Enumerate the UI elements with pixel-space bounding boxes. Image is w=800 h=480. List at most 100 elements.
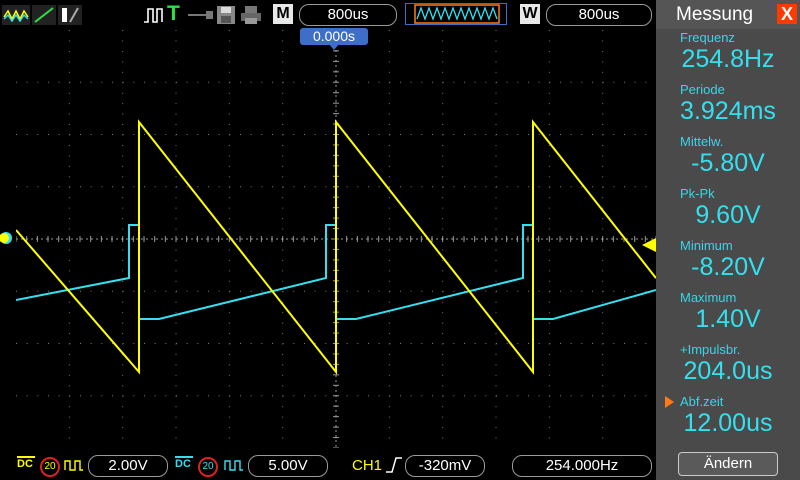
ch1-scale-value[interactable]: 2.00V <box>88 455 168 477</box>
grid-dot <box>388 437 390 439</box>
channel-wave-icon[interactable] <box>2 5 30 25</box>
grid-dot <box>602 186 604 188</box>
m-timebase-value[interactable]: 800us <box>299 4 397 26</box>
grid-dot <box>346 81 348 83</box>
grid-dot <box>282 343 284 344</box>
grid-dot <box>228 113 230 115</box>
grid-dot <box>602 176 604 178</box>
grid-dot <box>314 290 316 292</box>
grid-dot <box>68 113 70 115</box>
grid-dot <box>388 427 390 429</box>
grid-dot <box>68 416 70 418</box>
grid-dot <box>495 437 497 439</box>
grid-dot <box>506 395 508 397</box>
measurement-maximum[interactable]: Maximum 1.40V <box>656 289 800 341</box>
math-wave-icon[interactable] <box>32 5 56 25</box>
grid-dot <box>175 30 177 31</box>
measurement-period[interactable]: Periode 3.924ms <box>656 81 800 133</box>
ch1-ground-marker[interactable] <box>0 231 14 245</box>
ch2-scale-value[interactable]: 5.00V <box>248 455 328 477</box>
grid-dot <box>624 134 625 135</box>
measurement-frequency[interactable]: Frequenz 254.8Hz <box>656 29 800 81</box>
grid-dot <box>69 186 71 188</box>
trigger-rising-edge-icon[interactable] <box>385 456 403 474</box>
grid-dot <box>442 364 444 366</box>
grid-dot <box>80 81 81 83</box>
change-button[interactable]: Ändern <box>678 452 778 476</box>
w-timebase-button[interactable]: W <box>520 4 540 24</box>
run-stop-icon[interactable] <box>143 6 165 24</box>
ch2-invert-icon[interactable] <box>224 459 244 471</box>
grid-dot <box>68 322 70 324</box>
grid-dot <box>197 395 199 397</box>
grid-dot <box>548 165 550 167</box>
trigger-level-marker[interactable] <box>642 238 656 252</box>
grid-dot <box>517 186 519 188</box>
waveform-display[interactable] <box>16 30 656 448</box>
measurement-mean[interactable]: Mittelw. -5.80V <box>656 133 800 185</box>
trigger-source-label[interactable]: CH1 <box>352 457 382 474</box>
grid-dot <box>186 81 188 83</box>
measurement-value: -5.80V <box>691 149 765 177</box>
grid-dot <box>282 155 284 157</box>
w-timebase-value[interactable]: 800us <box>546 4 652 26</box>
grid-dot <box>26 395 28 397</box>
grid-dot <box>560 134 561 135</box>
grid-dot <box>453 343 455 344</box>
measurement-minimum[interactable]: Minimum -8.20V <box>656 237 800 289</box>
grid-dot <box>69 134 71 135</box>
grid-dot <box>228 427 230 429</box>
close-button[interactable]: X <box>777 4 797 24</box>
ref-wave-icon[interactable] <box>58 5 82 25</box>
measurement-pos-pulse-width[interactable]: +Impulsbr. 204.0us <box>656 341 800 393</box>
grid-dot <box>197 343 199 344</box>
grid-dot <box>645 81 647 83</box>
grid-dot <box>560 395 561 397</box>
grid-dot <box>528 290 529 292</box>
measurement-pk-pk[interactable]: Pk-Pk 9.60V <box>656 185 800 237</box>
grid-dot <box>175 333 177 335</box>
grid-dot <box>325 343 327 344</box>
grid-dot <box>154 395 156 397</box>
print-icon[interactable] <box>240 5 262 25</box>
grid-dot <box>261 134 263 135</box>
grid-dot <box>442 207 444 209</box>
grid-dot <box>228 364 230 366</box>
grid-dot <box>175 50 177 52</box>
m-timebase-button[interactable]: M <box>273 4 293 24</box>
grid-dot <box>442 134 444 135</box>
grid-dot <box>378 290 380 292</box>
grid-dot <box>282 385 284 387</box>
grid-dot <box>368 395 369 397</box>
trigger-level-value[interactable]: -320mV <box>405 455 485 477</box>
save-icon[interactable] <box>216 5 236 25</box>
grid-dot <box>548 322 550 324</box>
grid-dot <box>388 197 390 199</box>
grid-dot <box>122 50 124 52</box>
grid-dot <box>548 270 550 272</box>
grid-dot <box>282 40 284 42</box>
ch2-coupling-dc-icon[interactable]: DC <box>175 456 193 470</box>
grid-dot <box>388 333 390 335</box>
waveform-svg <box>16 30 656 448</box>
measurement-fall-time[interactable]: Abf.zeit 12.00us <box>656 393 800 445</box>
grid-dot <box>442 437 444 439</box>
grid-dot <box>388 353 390 355</box>
ch1-bandwidth-limit-badge[interactable]: 20 <box>40 457 60 477</box>
grid-dot <box>133 186 135 188</box>
grid-dot <box>101 395 103 397</box>
grid-dot <box>517 134 519 135</box>
ch1-coupling-dc-icon[interactable]: DC <box>17 456 35 470</box>
grid-dot <box>388 92 390 94</box>
grid-dot <box>68 249 70 251</box>
trigger-position-marker[interactable]: 0.000s <box>300 28 368 45</box>
grid-dot <box>282 395 284 397</box>
memory-depth-icon[interactable] <box>405 3 507 25</box>
ch1-invert-icon[interactable] <box>64 459 84 471</box>
grid-dot <box>176 186 177 188</box>
ch2-bandwidth-limit-badge[interactable]: 20 <box>198 457 218 477</box>
trigger-frequency-value[interactable]: 254.000Hz <box>512 455 652 477</box>
grid-dot <box>421 134 423 135</box>
grid-dot <box>548 207 550 209</box>
grid-dot <box>388 385 390 387</box>
